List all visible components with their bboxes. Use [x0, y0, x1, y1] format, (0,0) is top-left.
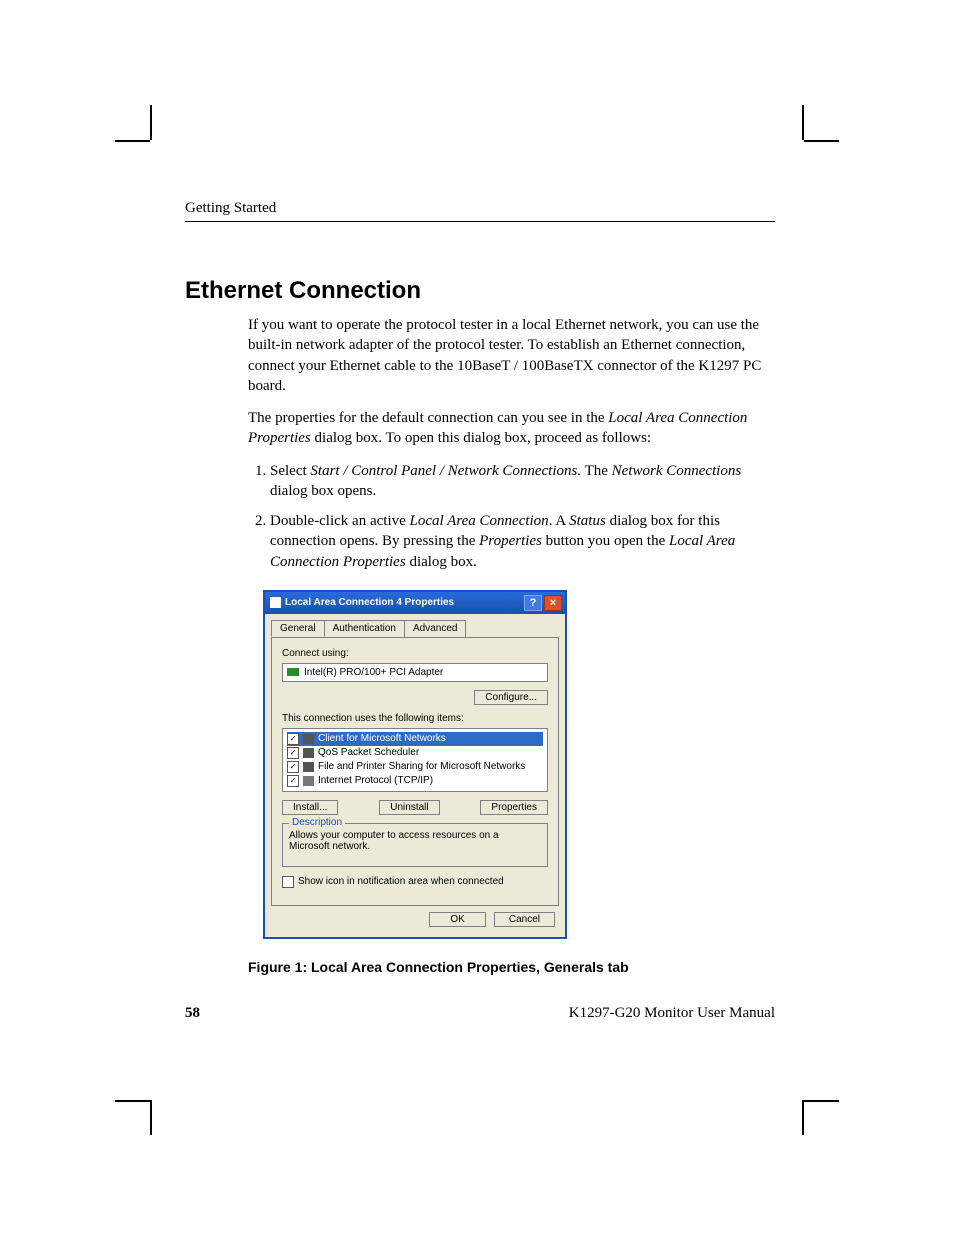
paragraph-2: The properties for the default connectio…: [248, 408, 775, 449]
ok-button[interactable]: OK: [429, 912, 485, 927]
client-icon: [303, 734, 314, 744]
item-label: Client for Microsoft Networks: [318, 733, 446, 744]
crop-mark: [150, 1100, 152, 1135]
page-content: Getting Started Ethernet Connection If y…: [185, 200, 775, 1022]
text: dialog box.: [406, 554, 477, 570]
window-icon: [270, 597, 281, 608]
list-item[interactable]: ✓ Internet Protocol (TCP/IP): [287, 774, 543, 788]
paragraph-1: If you want to operate the protocol test…: [248, 315, 775, 396]
checkbox-icon[interactable]: ✓: [287, 733, 299, 745]
adapter-name: Intel(R) PRO/100+ PCI Adapter: [304, 667, 443, 678]
adapter-field: Intel(R) PRO/100+ PCI Adapter: [282, 663, 548, 682]
item-label: File and Printer Sharing for Microsoft N…: [318, 761, 525, 772]
item-buttons: Install... Uninstall Properties: [282, 800, 548, 815]
running-head: Getting Started: [185, 200, 775, 217]
tab-authentication[interactable]: Authentication: [324, 620, 405, 637]
tab-strip: General Authentication Advanced: [265, 614, 565, 637]
properties-button[interactable]: Properties: [480, 800, 548, 815]
list-item[interactable]: ✓ Client for Microsoft Networks: [287, 732, 543, 746]
text: dialog box opens.: [270, 483, 376, 499]
crop-mark: [150, 105, 152, 140]
checkbox-icon[interactable]: ✓: [287, 775, 299, 787]
tab-general[interactable]: General: [271, 620, 325, 637]
text: The: [581, 463, 612, 479]
figure-caption: Figure 1: Local Area Connection Properti…: [248, 959, 775, 975]
italic: Properties: [479, 533, 542, 549]
crop-mark: [804, 1100, 839, 1102]
description-text: Allows your computer to access resources…: [289, 830, 541, 852]
show-icon-label: Show icon in notification area when conn…: [298, 876, 504, 887]
crop-mark: [115, 1100, 150, 1102]
item-label: Internet Protocol (TCP/IP): [318, 775, 433, 786]
items-listbox[interactable]: ✓ Client for Microsoft Networks ✓ QoS Pa…: [282, 728, 548, 792]
close-button[interactable]: ×: [544, 595, 562, 611]
step-2: Double-click an active Local Area Connec…: [270, 511, 775, 572]
checkbox-icon[interactable]: ✓: [287, 747, 299, 759]
help-button[interactable]: ?: [524, 595, 542, 611]
italic: Network Connections: [612, 463, 742, 479]
nic-icon: [287, 668, 299, 676]
checkbox-icon[interactable]: ✓: [287, 761, 299, 773]
list-item[interactable]: ✓ File and Printer Sharing for Microsoft…: [287, 760, 543, 774]
service-icon: [303, 748, 314, 758]
dialog-screenshot: Local Area Connection 4 Properties ? × G…: [263, 590, 567, 939]
checkbox-icon[interactable]: ✓: [282, 876, 294, 888]
text: button you open the: [542, 533, 669, 549]
dialog-titlebar: Local Area Connection 4 Properties ? ×: [265, 592, 565, 614]
steps-list: Select Start / Control Panel / Network C…: [248, 461, 775, 572]
install-button[interactable]: Install...: [282, 800, 338, 815]
doc-title: K1297-G20 Monitor User Manual: [569, 1005, 775, 1022]
page-number: 58: [185, 1005, 200, 1022]
configure-button[interactable]: Configure...: [474, 690, 548, 705]
crop-mark: [802, 1100, 804, 1135]
configure-row: Configure...: [282, 690, 548, 705]
service-icon: [303, 762, 314, 772]
text: Select: [270, 463, 310, 479]
list-item[interactable]: ✓ QoS Packet Scheduler: [287, 746, 543, 760]
body-text: If you want to operate the protocol test…: [248, 315, 775, 975]
connect-using-label: Connect using:: [282, 648, 548, 659]
text: The properties for the default connectio…: [248, 410, 608, 426]
tab-advanced[interactable]: Advanced: [404, 620, 466, 637]
uninstall-button[interactable]: Uninstall: [379, 800, 439, 815]
crop-mark: [804, 140, 839, 142]
crop-mark: [802, 105, 804, 140]
text: Double-click an active: [270, 513, 410, 529]
tab-panel-general: Connect using: Intel(R) PRO/100+ PCI Ada…: [271, 637, 559, 906]
items-label: This connection uses the following items…: [282, 713, 548, 724]
description-group: Description Allows your computer to acce…: [282, 823, 548, 867]
text: dialog box. To open this dialog box, pro…: [311, 430, 651, 446]
dialog-title: Local Area Connection 4 Properties: [285, 597, 454, 608]
dialog-buttons: OK Cancel: [265, 912, 565, 937]
section-title: Ethernet Connection: [185, 277, 775, 305]
protocol-icon: [303, 776, 314, 786]
description-title: Description: [289, 817, 345, 828]
crop-mark: [115, 140, 150, 142]
italic: Status: [569, 513, 606, 529]
show-icon-row[interactable]: ✓ Show icon in notification area when co…: [282, 875, 548, 889]
italic: Start / Control Panel / Network Connecti…: [310, 463, 581, 479]
step-1: Select Start / Control Panel / Network C…: [270, 461, 775, 502]
italic: Local Area Connection: [410, 513, 549, 529]
cancel-button[interactable]: Cancel: [494, 912, 555, 927]
header-rule: [185, 221, 775, 222]
text: . A: [549, 513, 569, 529]
page-footer: 58 K1297-G20 Monitor User Manual: [185, 1005, 775, 1022]
item-label: QoS Packet Scheduler: [318, 747, 419, 758]
